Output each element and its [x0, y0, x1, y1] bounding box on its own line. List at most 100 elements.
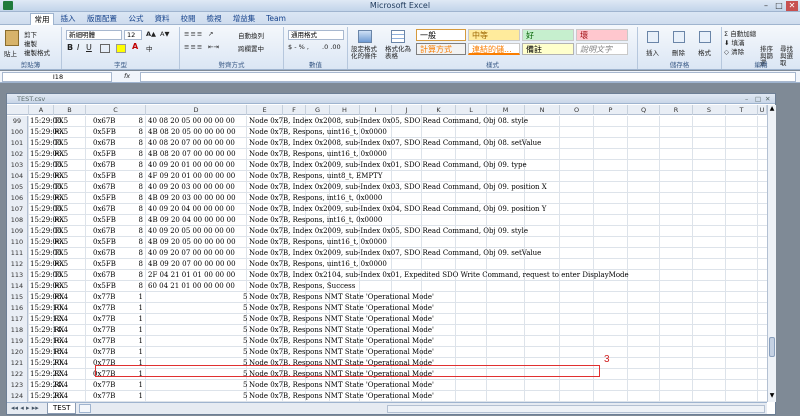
workbook-minimize-icon[interactable]: – — [745, 94, 748, 104]
underline-icon[interactable]: U — [86, 43, 92, 52]
cell-length[interactable]: 8 — [133, 138, 143, 149]
cell-can-id[interactable]: 0x67B — [93, 270, 115, 281]
style-normal[interactable]: 一般 — [416, 29, 466, 41]
cell-bytes[interactable]: 40 09 20 03 00 00 00 00 — [148, 182, 235, 193]
row-number[interactable]: 121 — [7, 358, 28, 369]
cell-bytes[interactable]: 5 — [243, 380, 247, 391]
format-table-button[interactable]: 格式化為表格 — [385, 46, 413, 60]
cell-can-id[interactable]: 0x67B — [93, 204, 115, 215]
format-cells-icon[interactable] — [699, 31, 711, 43]
cell-can-id[interactable]: 0x77B — [93, 292, 115, 303]
cell-length[interactable]: 8 — [133, 204, 143, 215]
cell-can-id[interactable]: 0x77B — [93, 336, 115, 347]
cell-bytes[interactable]: 5 — [243, 336, 247, 347]
insert-cells-icon[interactable] — [647, 31, 659, 43]
row-number[interactable]: 107 — [7, 204, 28, 215]
cell-description[interactable]: Node 0x7B, Index 0x2008, sub-Index 0x07,… — [249, 138, 541, 149]
minimize-icon[interactable]: – — [760, 1, 772, 11]
cell-direction[interactable]: TX — [54, 270, 64, 281]
close-icon[interactable]: ✕ — [786, 1, 798, 11]
name-box[interactable]: I18 — [2, 72, 112, 82]
workbook-close-icon[interactable]: ✕ — [765, 94, 770, 104]
shrink-font-icon[interactable]: A▼ — [160, 30, 169, 38]
cell-direction[interactable]: RX — [54, 391, 64, 402]
number-format-select[interactable]: 通用格式 — [288, 30, 344, 40]
grow-font-icon[interactable]: A▲ — [146, 30, 156, 38]
font-name-select[interactable]: 新細明體 — [66, 30, 122, 40]
cell-bytes[interactable]: 4B 08 20 05 00 00 00 00 — [148, 127, 236, 138]
cell-direction[interactable]: TX — [54, 138, 64, 149]
column-header[interactable]: N — [525, 105, 560, 115]
table-row[interactable]: 124 15:29:26.4 RX 0x77B 1 5 Node 0x7B, Respons… — [7, 391, 767, 402]
cell-direction[interactable]: RX — [54, 215, 64, 226]
table-row[interactable]: 111 15:29:06.5 TX 0x67B 8 40 09 20 07 00 00 0… — [7, 248, 767, 259]
cell-description[interactable]: Node 0x7B, Index 0x2008, sub-Index 0x05,… — [249, 116, 528, 127]
column-header[interactable]: M — [487, 105, 525, 115]
cell-description[interactable]: Node 0x7B, Respons, Success — [249, 281, 355, 292]
cell-direction[interactable]: TX — [54, 182, 64, 193]
style-linked-cell[interactable]: 連結的儲... — [468, 43, 520, 55]
conditional-format-button[interactable]: 設定格式化的條件 — [351, 46, 383, 60]
column-header[interactable]: R — [660, 105, 693, 115]
cell-description[interactable]: Node 0x7B, Respons NMT State 'Operationa… — [249, 325, 434, 336]
row-number[interactable]: 113 — [7, 270, 28, 281]
style-explanatory[interactable]: 說明文字 — [576, 43, 628, 55]
cell-description[interactable]: Node 0x7B, Respons NMT State 'Operationa… — [249, 336, 434, 347]
cell-bytes[interactable]: 40 08 20 07 00 00 00 00 — [148, 138, 235, 149]
cell-can-id[interactable]: 0x5FB — [93, 215, 116, 226]
cell-description[interactable]: Node 0x7B, Respons, uint16_t, 0x0000 — [249, 127, 387, 138]
cell-length[interactable]: 8 — [133, 116, 143, 127]
cell-length[interactable]: 1 — [133, 303, 143, 314]
cell-description[interactable]: Node 0x7B, Index 0x2009, sub-Index 0x04,… — [249, 204, 546, 215]
column-header[interactable]: T — [726, 105, 758, 115]
column-header[interactable]: Q — [628, 105, 660, 115]
row-number[interactable]: 122 — [7, 369, 28, 380]
tab-page-layout[interactable]: 版面配置 — [82, 13, 122, 25]
column-header[interactable]: E — [247, 105, 283, 115]
new-sheet-icon[interactable] — [79, 404, 91, 413]
column-header[interactable]: A — [29, 105, 54, 115]
cell-description[interactable]: Node 0x7B, Index 0x2104, sub-Index 0x01,… — [249, 270, 629, 281]
row-number[interactable]: 123 — [7, 380, 28, 391]
table-row[interactable]: 116 15:29:10.4 RX 0x77B 1 5 Node 0x7B, Respons… — [7, 303, 767, 314]
cell-direction[interactable]: RX — [54, 369, 64, 380]
table-row[interactable]: 103 15:29:06.5 TX 0x67B 8 40 09 20 01 00 00 0… — [7, 160, 767, 171]
scroll-up-icon[interactable]: ▲ — [768, 105, 776, 114]
row-number[interactable]: 105 — [7, 182, 28, 193]
table-row[interactable]: 120 15:29:18.4 RX 0x77B 1 5 Node 0x7B, Respons… — [7, 347, 767, 358]
table-row-highlighted[interactable]: 113 15:29:06.5 TX 0x67B 8 2F 04 21 01 01 00 0… — [7, 270, 767, 281]
cell-bytes[interactable]: 4B 09 20 03 00 00 00 00 — [148, 193, 236, 204]
cell-can-id[interactable]: 0x5FB — [93, 193, 116, 204]
table-row[interactable]: 99 15:29:06.5 TX 0x67B 8 40 08 20 05 00 00 00… — [7, 116, 767, 127]
paste-button[interactable]: 貼上 — [4, 48, 17, 58]
table-row[interactable]: 106 15:29:06.5 RX 0x5FB 8 4B 09 20 03 00 00 0… — [7, 193, 767, 204]
cell-can-id[interactable]: 0x5FB — [93, 171, 116, 182]
cell-description[interactable]: Node 0x7B, Index 0x2009, sub-Index 0x01,… — [249, 160, 527, 171]
sheet-tab-test[interactable]: TEST — [47, 403, 77, 414]
cell-length[interactable]: 8 — [133, 171, 143, 182]
format-table-icon[interactable] — [391, 30, 405, 43]
cell-bytes[interactable]: 5 — [243, 314, 247, 325]
table-row[interactable]: 112 15:29:06.5 RX 0x5FB 8 4B 09 20 07 00 00 0… — [7, 259, 767, 270]
cell-direction[interactable]: RX — [54, 127, 64, 138]
cell-length[interactable]: 8 — [133, 248, 143, 259]
cell-bytes[interactable]: 4B 08 20 07 00 00 00 00 — [148, 149, 236, 160]
row-number[interactable]: 117 — [7, 314, 28, 325]
cell-length[interactable]: 8 — [133, 127, 143, 138]
row-number[interactable]: 101 — [7, 138, 28, 149]
fx-icon[interactable]: fx — [124, 72, 130, 80]
indent-icon[interactable]: ⇤⇥ — [208, 43, 219, 51]
row-number[interactable]: 115 — [7, 292, 28, 303]
cell-description[interactable]: Node 0x7B, Respons, int16_t, 0x0000 — [249, 215, 382, 226]
decimal-icon[interactable]: .0 .00 — [322, 43, 341, 51]
font-size-select[interactable]: 12 — [124, 30, 142, 40]
cell-bytes[interactable]: 40 08 20 05 00 00 00 00 — [148, 116, 235, 127]
row-number[interactable]: 100 — [7, 127, 28, 138]
style-good[interactable]: 好 — [522, 29, 574, 41]
cell-bytes[interactable]: 40 09 20 05 00 00 00 00 — [148, 226, 235, 237]
cell-direction[interactable]: TX — [54, 248, 64, 259]
cell-direction[interactable]: RX — [54, 281, 64, 292]
tab-formulas[interactable]: 公式 — [124, 13, 148, 25]
cell-direction[interactable]: TX — [54, 116, 64, 127]
merge-center-button[interactable]: 跨欄置中 — [238, 43, 264, 53]
